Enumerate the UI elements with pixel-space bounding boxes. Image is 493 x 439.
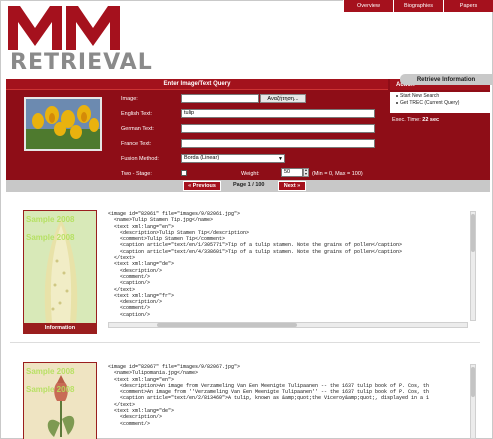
mm-retrieval-logo: RETRIEVAL bbox=[8, 6, 153, 76]
result-thumbnail: Sample 2008 Sample 2008 bbox=[24, 363, 96, 439]
action-item-label: Start New Search bbox=[400, 92, 440, 99]
result-xml-view[interactable]: <image id="82067" file="images/9/82067.j… bbox=[108, 364, 468, 439]
tulip-stamen-photo bbox=[24, 211, 96, 323]
result-image-card[interactable]: Sample 2008 Sample 2008 Information bbox=[23, 210, 97, 334]
watermark-text: Sample 2008 bbox=[26, 215, 75, 224]
result-image-card[interactable]: Sample 2008 Sample 2008 bbox=[23, 362, 97, 439]
nav-biographies[interactable]: Biographies bbox=[393, 0, 443, 12]
scroll-thumb[interactable] bbox=[471, 367, 475, 397]
result-thumbnail: Sample 2008 Sample 2008 bbox=[24, 211, 96, 323]
two-stage-checkbox[interactable] bbox=[181, 170, 187, 176]
german-text-label: German Text: bbox=[121, 126, 154, 132]
nav-overview[interactable]: Overview bbox=[343, 0, 393, 12]
fusion-method-label: Fusion Method: bbox=[121, 156, 159, 162]
exec-time: Exec. Time: 22 sec bbox=[392, 117, 439, 123]
action-get-trec[interactable]: Get TREC (Current Query) bbox=[390, 99, 490, 106]
action-list: Start New Search Get TREC (Current Query… bbox=[390, 92, 490, 113]
weight-spinner[interactable]: ▲ ▼ bbox=[303, 168, 309, 177]
logo-wordmark: RETRIEVAL bbox=[10, 50, 153, 75]
top-navigation: Overview Biographies Papers bbox=[343, 0, 493, 12]
bullet-icon bbox=[396, 94, 398, 97]
two-stage-label: Two - Stage: bbox=[121, 171, 152, 177]
result-vertical-scrollbar[interactable] bbox=[470, 211, 476, 321]
image-path-field[interactable] bbox=[181, 94, 259, 103]
mm-logo-mark bbox=[8, 6, 120, 50]
action-start-new-search[interactable]: Start New Search bbox=[390, 92, 490, 99]
fusion-method-value: Borda (Linear) bbox=[184, 155, 220, 161]
watermark-text: Sample 2008 bbox=[26, 367, 75, 376]
weight-label: Weight: bbox=[241, 171, 260, 177]
page-indicator: Page 1 / 100 bbox=[233, 182, 265, 188]
france-text-label: France Text: bbox=[121, 141, 152, 147]
result-horizontal-scrollbar[interactable] bbox=[108, 322, 468, 328]
next-page-button[interactable]: Next » bbox=[278, 181, 306, 191]
result-vertical-scrollbar[interactable] bbox=[470, 364, 476, 439]
result-xml-view[interactable]: <image id="82061" file="images/9/82061.j… bbox=[108, 211, 468, 317]
result-xml-text: <image id="82061" file="images/9/82061.j… bbox=[108, 211, 403, 317]
query-panel: Enter Image/Text Query Action Image: Ανα… bbox=[6, 79, 490, 180]
nav-papers[interactable]: Papers bbox=[443, 0, 493, 12]
tulip-photo bbox=[26, 99, 100, 149]
browse-button[interactable]: Αναζήτηση... bbox=[260, 94, 306, 103]
query-panel-title: Enter Image/Text Query bbox=[6, 79, 388, 90]
query-image-thumbnail bbox=[24, 97, 102, 151]
german-text-field[interactable] bbox=[181, 124, 375, 133]
chevron-down-icon: ▼ bbox=[278, 156, 283, 162]
weight-range-hint: (Min = 0, Max = 100) bbox=[312, 171, 363, 177]
exec-time-label: Exec. Time: bbox=[392, 117, 421, 123]
image-label: Image: bbox=[121, 96, 138, 102]
exec-time-value: 22 sec bbox=[422, 117, 440, 123]
watermark-text: Sample 2008 bbox=[26, 385, 75, 394]
retrieve-information-button[interactable]: Retrieve Information bbox=[400, 74, 492, 85]
action-item-label: Get TREC (Current Query) bbox=[400, 99, 460, 106]
bullet-icon bbox=[396, 101, 398, 104]
result-divider bbox=[10, 342, 480, 343]
fusion-method-select[interactable]: Borda (Linear) ▼ bbox=[181, 154, 285, 163]
weight-input[interactable]: 50 bbox=[281, 168, 303, 177]
scroll-thumb[interactable] bbox=[471, 214, 475, 252]
english-text-label: English Text: bbox=[121, 111, 153, 117]
english-text-field[interactable]: tulip bbox=[181, 109, 375, 118]
result-caption: Information bbox=[24, 323, 96, 333]
watermark-text: Sample 2008 bbox=[26, 233, 75, 242]
pager-bar: « Previous Page 1 / 100 Next » bbox=[6, 180, 490, 192]
france-text-field[interactable] bbox=[181, 139, 375, 148]
result-xml-text: <image id="82067" file="images/9/82067.j… bbox=[108, 364, 430, 427]
previous-page-button[interactable]: « Previous bbox=[183, 181, 221, 191]
scroll-thumb[interactable] bbox=[157, 323, 297, 327]
